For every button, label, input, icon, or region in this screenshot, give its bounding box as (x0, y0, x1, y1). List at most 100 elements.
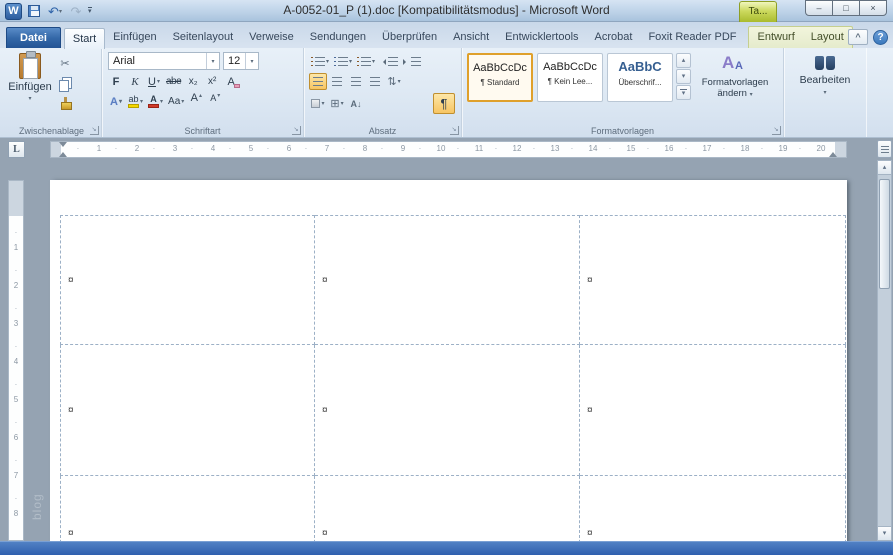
styles-gallery-expand-button[interactable]: ▾ (676, 85, 691, 100)
text-effects-button[interactable]: A ▾ (107, 93, 125, 110)
copy-button[interactable] (55, 75, 75, 92)
dialog-launcher-icon[interactable]: ↘ (450, 126, 459, 135)
tab-seitenlayout[interactable]: Seitenlayout (165, 27, 242, 48)
shading-button[interactable]: ▾ (309, 95, 327, 112)
scroll-down-arrow[interactable]: ▾ (878, 526, 891, 540)
minimize-ribbon-button[interactable]: ^ (848, 29, 868, 45)
document-page[interactable]: ¤ ¤ ¤ ¤ ¤ ¤ ¤ ¤ ¤ (50, 180, 847, 541)
tab-layout[interactable]: Layout (803, 27, 852, 48)
bold-button[interactable]: F (107, 73, 125, 90)
font-family-combo[interactable]: Arial ▾ (108, 52, 220, 70)
style-item--kein-lee-[interactable]: AaBbCcDc ¶ Kein Lee... (537, 53, 603, 102)
line-spacing-button[interactable]: ⇅ ▾ (385, 73, 403, 90)
subscript-button[interactable]: x₂ (184, 73, 202, 90)
cell-marker: ¤ (587, 404, 593, 416)
show-paragraph-marks-button[interactable]: ¶ (433, 93, 455, 114)
font-family-dropdown-icon[interactable]: ▾ (206, 53, 219, 69)
style-item--standard[interactable]: AaBbCcDc ¶ Standard (467, 53, 533, 102)
tab-start[interactable]: Start (63, 28, 106, 49)
group-bearbeiten: Bearbeiten ▾ (784, 48, 866, 137)
table-cell-r2c3[interactable]: ¤ (580, 345, 846, 476)
undo-button[interactable]: ↶ ▾ (46, 2, 64, 20)
ruler-number: 7 (324, 144, 330, 153)
increase-indent-button[interactable] (401, 53, 423, 70)
font-color-button[interactable]: A ▾ (146, 93, 165, 110)
contextual-tab-group-header[interactable]: Ta... (739, 1, 777, 22)
format-painter-button[interactable] (55, 95, 75, 112)
redo-button[interactable]: ↷ (67, 2, 85, 20)
dialog-launcher-icon[interactable]: ↘ (90, 126, 99, 135)
tab-selector-button[interactable]: L (8, 141, 25, 158)
tab-entwurf[interactable]: Entwurf (749, 27, 802, 48)
tab-foxit-reader-pdf[interactable]: Foxit Reader PDF (640, 27, 744, 48)
save-button[interactable] (25, 2, 43, 20)
cut-button[interactable]: ✂ (55, 55, 75, 72)
scrollbar-thumb[interactable] (879, 179, 890, 289)
paste-button[interactable]: Einfügen ▾ (5, 50, 55, 123)
bullets-button[interactable]: ▾ (309, 53, 331, 70)
align-center-button[interactable] (328, 73, 346, 90)
decrease-indent-button[interactable] (378, 53, 400, 70)
strikethrough-button[interactable]: abe (164, 73, 183, 90)
font-size-combo[interactable]: 12 ▾ (223, 52, 259, 70)
left-indent-marker[interactable] (59, 148, 67, 157)
dialog-launcher-icon[interactable]: ↘ (292, 126, 301, 135)
tab-verweise[interactable]: Verweise (241, 27, 302, 48)
minimize-button[interactable]: – (805, 0, 833, 16)
help-button[interactable]: ? (873, 29, 888, 45)
dialog-launcher-icon[interactable]: ↘ (772, 126, 781, 135)
group-schriftart: Arial ▾ 12 ▾ F K U ▾ abe x₂ x² A A ▾ ab ▾ (102, 48, 304, 137)
editing-button[interactable]: Bearbeiten ▾ (787, 50, 863, 96)
align-left-button[interactable] (309, 73, 327, 90)
clear-formatting-button[interactable]: A (222, 73, 241, 90)
justify-button[interactable] (366, 73, 384, 90)
style-name: ¶ Kein Lee... (547, 77, 593, 86)
tab-entwicklertools[interactable]: Entwicklertools (497, 27, 586, 48)
ruler-number: 1 (96, 144, 102, 153)
sort-button[interactable]: A↓ (347, 95, 365, 112)
change-case-button[interactable]: Aa ▾ (166, 93, 186, 110)
tab-ansicht[interactable]: Ansicht (445, 27, 497, 48)
ruler-toggle-button[interactable] (877, 140, 892, 158)
underline-button[interactable]: U ▾ (145, 73, 163, 90)
table-cell-r2c2[interactable]: ¤ (315, 345, 580, 476)
style-item-überschrif-[interactable]: AaBbC Überschrif... (607, 53, 673, 102)
italic-button[interactable]: K (126, 73, 144, 90)
grow-font-button[interactable]: A ▴ (187, 93, 205, 110)
tab-sendungen[interactable]: Sendungen (302, 27, 374, 48)
close-button[interactable]: × (859, 0, 887, 16)
table-cell-r3c2[interactable]: ¤ (315, 476, 580, 541)
customize-quick-access-button[interactable]: ▾ (88, 7, 92, 15)
table-cell-r3c3[interactable]: ¤ (580, 476, 846, 541)
ruler-number: 15 (626, 144, 636, 153)
vertical-scrollbar[interactable]: ▴ ▾ (877, 160, 892, 541)
font-size-dropdown-icon[interactable]: ▾ (245, 53, 258, 69)
ruler-dot: · (76, 144, 80, 153)
table-cell-r1c2[interactable]: ¤ (315, 215, 580, 345)
shrink-font-button[interactable]: A ▾ (206, 93, 224, 110)
text-highlight-button[interactable]: ab ▾ (126, 93, 145, 110)
table-cell-r3c1[interactable]: ¤ (60, 476, 315, 541)
right-indent-marker[interactable] (829, 148, 837, 157)
word-app-icon[interactable]: W (5, 2, 22, 20)
table-cell-r1c1[interactable]: ¤ (60, 215, 315, 345)
change-styles-button[interactable]: AA Formatvorlagen ändern ▾ (693, 50, 777, 123)
table-cell-r1c3[interactable]: ¤ (580, 215, 846, 345)
multilevel-list-button[interactable]: ▾ (355, 53, 377, 70)
scroll-up-arrow[interactable]: ▴ (878, 161, 891, 175)
maximize-button[interactable]: □ (832, 0, 860, 16)
tab-einfügen[interactable]: Einfügen (105, 27, 164, 48)
styles-scroll-up-button[interactable]: ▴ (676, 53, 691, 68)
table-cell-r2c1[interactable]: ¤ (60, 345, 315, 476)
align-right-button[interactable] (347, 73, 365, 90)
borders-button[interactable]: ⊞ ▾ (328, 95, 346, 112)
tab-datei[interactable]: Datei (6, 27, 61, 48)
superscript-button[interactable]: x² (203, 73, 221, 90)
ruler-number: 3 (13, 319, 19, 328)
ruler-dot: · (14, 456, 18, 465)
tab-überprüfen[interactable]: Überprüfen (374, 27, 445, 48)
numbering-button[interactable]: ▾ (332, 53, 354, 70)
styles-scroll-down-button[interactable]: ▾ (676, 69, 691, 84)
ruler-dot: · (494, 144, 498, 153)
tab-acrobat[interactable]: Acrobat (587, 27, 641, 48)
